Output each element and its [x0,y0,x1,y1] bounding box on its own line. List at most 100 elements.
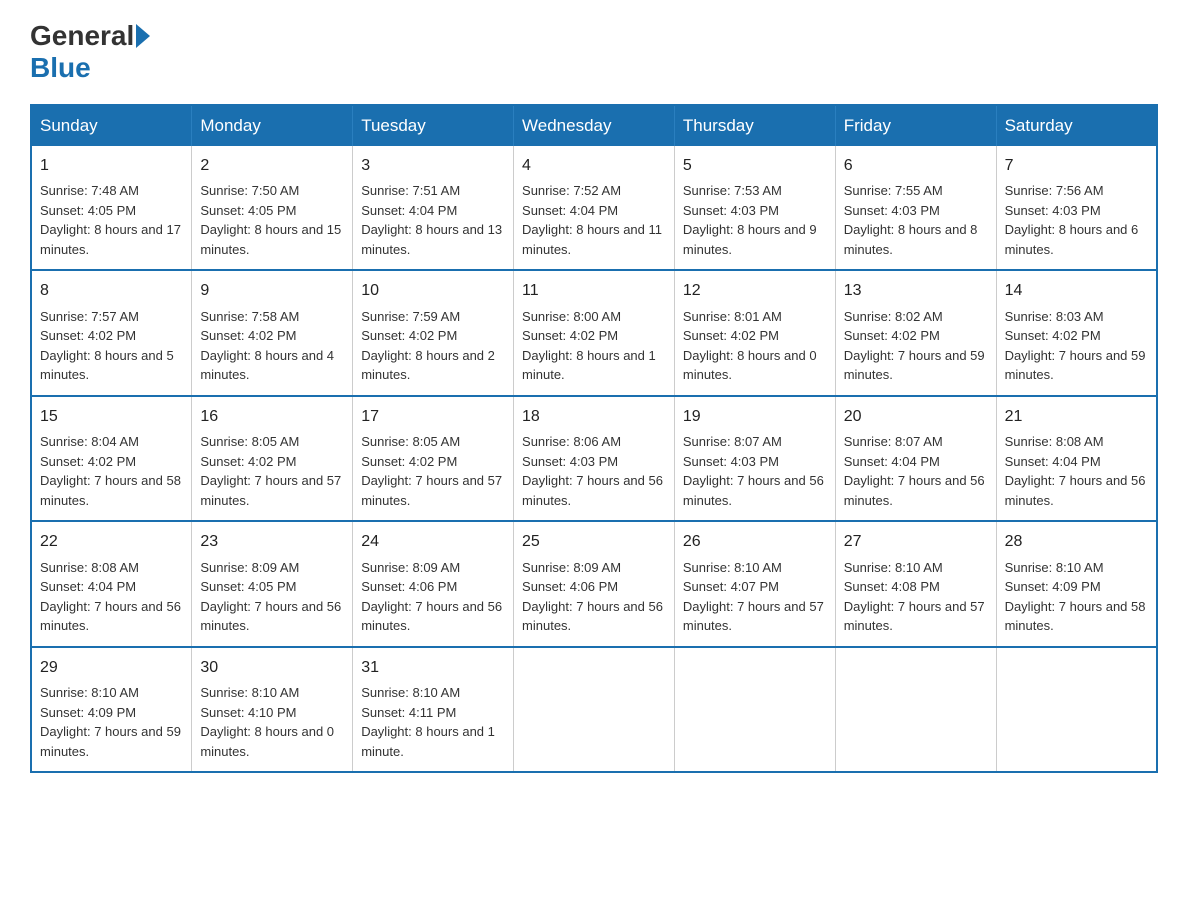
day-number: 21 [1005,405,1148,428]
day-info: Sunrise: 8:09 AMSunset: 4:05 PMDaylight:… [200,560,341,634]
calendar-cell: 12 Sunrise: 8:01 AMSunset: 4:02 PMDaylig… [674,270,835,395]
day-number: 12 [683,279,827,302]
calendar-cell: 23 Sunrise: 8:09 AMSunset: 4:05 PMDaylig… [192,521,353,646]
calendar-cell: 13 Sunrise: 8:02 AMSunset: 4:02 PMDaylig… [835,270,996,395]
day-number: 22 [40,530,183,553]
day-number: 27 [844,530,988,553]
day-info: Sunrise: 7:56 AMSunset: 4:03 PMDaylight:… [1005,183,1139,257]
day-info: Sunrise: 7:58 AMSunset: 4:02 PMDaylight:… [200,309,334,383]
day-number: 14 [1005,279,1148,302]
day-number: 4 [522,154,666,177]
calendar-cell [514,647,675,772]
calendar-cell: 28 Sunrise: 8:10 AMSunset: 4:09 PMDaylig… [996,521,1157,646]
day-number: 11 [522,279,666,302]
day-number: 13 [844,279,988,302]
day-number: 24 [361,530,505,553]
day-number: 15 [40,405,183,428]
day-number: 20 [844,405,988,428]
calendar-week-1: 1 Sunrise: 7:48 AMSunset: 4:05 PMDayligh… [31,146,1157,270]
day-info: Sunrise: 7:50 AMSunset: 4:05 PMDaylight:… [200,183,341,257]
calendar-cell: 4 Sunrise: 7:52 AMSunset: 4:04 PMDayligh… [514,146,675,270]
calendar-cell: 8 Sunrise: 7:57 AMSunset: 4:02 PMDayligh… [31,270,192,395]
day-info: Sunrise: 8:00 AMSunset: 4:02 PMDaylight:… [522,309,656,383]
day-info: Sunrise: 8:04 AMSunset: 4:02 PMDaylight:… [40,434,181,508]
day-info: Sunrise: 7:52 AMSunset: 4:04 PMDaylight:… [522,183,662,257]
day-info: Sunrise: 8:09 AMSunset: 4:06 PMDaylight:… [522,560,663,634]
calendar-cell [674,647,835,772]
day-info: Sunrise: 7:51 AMSunset: 4:04 PMDaylight:… [361,183,502,257]
day-info: Sunrise: 8:10 AMSunset: 4:10 PMDaylight:… [200,685,334,759]
day-info: Sunrise: 8:06 AMSunset: 4:03 PMDaylight:… [522,434,663,508]
day-number: 23 [200,530,344,553]
day-info: Sunrise: 8:08 AMSunset: 4:04 PMDaylight:… [40,560,181,634]
calendar-week-5: 29 Sunrise: 8:10 AMSunset: 4:09 PMDaylig… [31,647,1157,772]
day-number: 25 [522,530,666,553]
calendar-cell: 5 Sunrise: 7:53 AMSunset: 4:03 PMDayligh… [674,146,835,270]
day-number: 1 [40,154,183,177]
day-number: 9 [200,279,344,302]
day-number: 17 [361,405,505,428]
logo-arrow-icon [136,24,150,48]
day-info: Sunrise: 8:08 AMSunset: 4:04 PMDaylight:… [1005,434,1146,508]
logo-blue-text: Blue [30,52,91,84]
weekday-header-tuesday: Tuesday [353,105,514,146]
calendar-cell: 10 Sunrise: 7:59 AMSunset: 4:02 PMDaylig… [353,270,514,395]
day-info: Sunrise: 7:53 AMSunset: 4:03 PMDaylight:… [683,183,817,257]
day-number: 19 [683,405,827,428]
calendar-cell: 11 Sunrise: 8:00 AMSunset: 4:02 PMDaylig… [514,270,675,395]
day-number: 26 [683,530,827,553]
calendar-cell: 16 Sunrise: 8:05 AMSunset: 4:02 PMDaylig… [192,396,353,521]
day-info: Sunrise: 7:48 AMSunset: 4:05 PMDaylight:… [40,183,181,257]
calendar-cell: 9 Sunrise: 7:58 AMSunset: 4:02 PMDayligh… [192,270,353,395]
day-number: 28 [1005,530,1148,553]
day-info: Sunrise: 7:59 AMSunset: 4:02 PMDaylight:… [361,309,495,383]
calendar-cell: 6 Sunrise: 7:55 AMSunset: 4:03 PMDayligh… [835,146,996,270]
day-info: Sunrise: 8:07 AMSunset: 4:03 PMDaylight:… [683,434,824,508]
calendar-cell: 7 Sunrise: 7:56 AMSunset: 4:03 PMDayligh… [996,146,1157,270]
calendar-cell [835,647,996,772]
calendar-cell: 1 Sunrise: 7:48 AMSunset: 4:05 PMDayligh… [31,146,192,270]
day-number: 7 [1005,154,1148,177]
weekday-header-wednesday: Wednesday [514,105,675,146]
weekday-header-saturday: Saturday [996,105,1157,146]
calendar-cell [996,647,1157,772]
day-info: Sunrise: 8:10 AMSunset: 4:09 PMDaylight:… [40,685,181,759]
logo-general-text: General [30,20,134,52]
weekday-header-thursday: Thursday [674,105,835,146]
day-number: 5 [683,154,827,177]
weekday-header-row: SundayMondayTuesdayWednesdayThursdayFrid… [31,105,1157,146]
day-info: Sunrise: 8:07 AMSunset: 4:04 PMDaylight:… [844,434,985,508]
calendar-cell: 29 Sunrise: 8:10 AMSunset: 4:09 PMDaylig… [31,647,192,772]
calendar-week-3: 15 Sunrise: 8:04 AMSunset: 4:02 PMDaylig… [31,396,1157,521]
day-info: Sunrise: 8:10 AMSunset: 4:07 PMDaylight:… [683,560,824,634]
day-info: Sunrise: 8:10 AMSunset: 4:08 PMDaylight:… [844,560,985,634]
calendar-cell: 3 Sunrise: 7:51 AMSunset: 4:04 PMDayligh… [353,146,514,270]
day-number: 2 [200,154,344,177]
day-info: Sunrise: 8:05 AMSunset: 4:02 PMDaylight:… [200,434,341,508]
calendar-cell: 31 Sunrise: 8:10 AMSunset: 4:11 PMDaylig… [353,647,514,772]
day-info: Sunrise: 8:01 AMSunset: 4:02 PMDaylight:… [683,309,817,383]
calendar-cell: 18 Sunrise: 8:06 AMSunset: 4:03 PMDaylig… [514,396,675,521]
calendar-cell: 20 Sunrise: 8:07 AMSunset: 4:04 PMDaylig… [835,396,996,521]
day-number: 29 [40,656,183,679]
day-info: Sunrise: 7:55 AMSunset: 4:03 PMDaylight:… [844,183,978,257]
day-info: Sunrise: 8:02 AMSunset: 4:02 PMDaylight:… [844,309,985,383]
calendar-cell: 15 Sunrise: 8:04 AMSunset: 4:02 PMDaylig… [31,396,192,521]
day-number: 10 [361,279,505,302]
calendar-cell: 25 Sunrise: 8:09 AMSunset: 4:06 PMDaylig… [514,521,675,646]
day-info: Sunrise: 8:10 AMSunset: 4:09 PMDaylight:… [1005,560,1146,634]
calendar-cell: 14 Sunrise: 8:03 AMSunset: 4:02 PMDaylig… [996,270,1157,395]
day-info: Sunrise: 8:03 AMSunset: 4:02 PMDaylight:… [1005,309,1146,383]
calendar-cell: 2 Sunrise: 7:50 AMSunset: 4:05 PMDayligh… [192,146,353,270]
day-number: 16 [200,405,344,428]
logo: General Blue [30,20,152,84]
calendar-cell: 24 Sunrise: 8:09 AMSunset: 4:06 PMDaylig… [353,521,514,646]
day-number: 8 [40,279,183,302]
calendar-cell: 22 Sunrise: 8:08 AMSunset: 4:04 PMDaylig… [31,521,192,646]
day-info: Sunrise: 8:09 AMSunset: 4:06 PMDaylight:… [361,560,502,634]
day-info: Sunrise: 8:05 AMSunset: 4:02 PMDaylight:… [361,434,502,508]
calendar-cell: 27 Sunrise: 8:10 AMSunset: 4:08 PMDaylig… [835,521,996,646]
calendar-week-2: 8 Sunrise: 7:57 AMSunset: 4:02 PMDayligh… [31,270,1157,395]
page-header: General Blue [30,20,1158,84]
day-number: 31 [361,656,505,679]
